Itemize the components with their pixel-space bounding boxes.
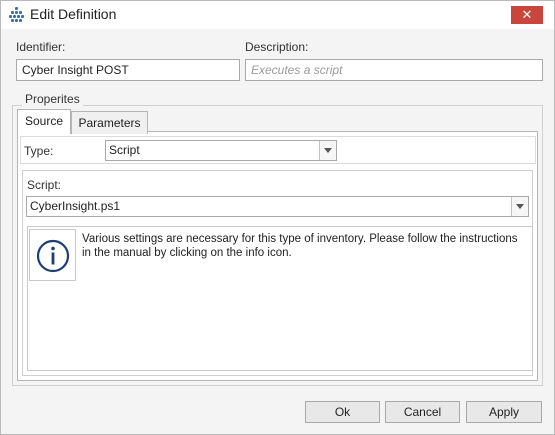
script-dropdown[interactable]: CyberInsight.ps1: [26, 196, 529, 217]
info-message: Various settings are necessary for this …: [82, 233, 518, 259]
type-value: Script: [109, 143, 140, 157]
ok-button[interactable]: Ok: [305, 401, 380, 423]
properties-group-label: Properites: [22, 92, 83, 106]
tab-parameters[interactable]: Parameters: [71, 111, 148, 134]
identifier-field[interactable]: Cyber Insight POST: [16, 59, 240, 81]
type-label: Type:: [24, 144, 54, 158]
script-value: CyberInsight.ps1: [30, 199, 121, 213]
cancel-button[interactable]: Cancel: [385, 401, 460, 423]
apply-button[interactable]: Apply: [466, 401, 542, 423]
tab-source[interactable]: Source: [17, 109, 71, 134]
info-icon: [36, 239, 70, 273]
close-icon: ✕: [521, 7, 533, 22]
description-label: Description:: [245, 40, 309, 54]
info-icon-button[interactable]: [29, 229, 76, 281]
chevron-down-icon[interactable]: [319, 141, 336, 160]
type-dropdown[interactable]: Script: [105, 140, 337, 161]
grid-dots-icon: [9, 7, 25, 23]
description-field[interactable]: Executes a script: [245, 59, 543, 81]
chevron-down-icon[interactable]: [511, 197, 528, 216]
window-title: Edit Definition: [30, 6, 117, 22]
close-button[interactable]: ✕: [511, 6, 543, 24]
script-label: Script:: [27, 178, 62, 192]
identifier-label: Identifier:: [16, 40, 66, 54]
